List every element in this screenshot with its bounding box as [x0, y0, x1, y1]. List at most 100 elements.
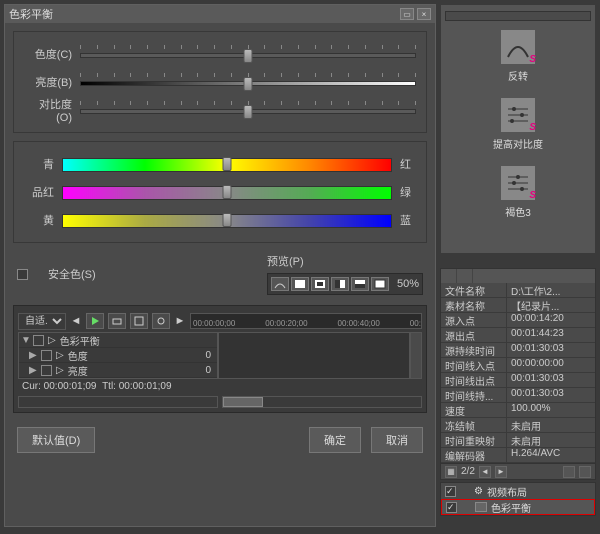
preview-mode-4[interactable] [331, 277, 349, 291]
prop-row[interactable]: 速度100.00% [441, 403, 595, 418]
prop-row[interactable]: 文件名称D:\工作\2... [441, 283, 595, 298]
preview-mode-2[interactable] [291, 277, 309, 291]
layer-check[interactable] [446, 502, 457, 513]
timeline-ruler[interactable]: 00:00:00;00 00:00:20;00 00:00:40;00 00:0… [190, 313, 422, 329]
timeline-hscroll-left[interactable] [18, 396, 218, 408]
layers-panel: ⚙ 视频布局 色彩平衡 [440, 482, 596, 516]
prop-row[interactable]: 源持续时间00:01:30:03 [441, 343, 595, 358]
contrast-slider[interactable] [80, 101, 416, 119]
gear-icon: ⚙ [474, 486, 483, 497]
prop-key: 源持续时间 [441, 343, 507, 357]
preview-mode-3[interactable] [311, 277, 329, 291]
ttl-time: Ttl: 00:00:01;09 [102, 381, 172, 392]
brightness-slider[interactable] [80, 73, 416, 91]
preview-mode-5[interactable] [351, 277, 369, 291]
tl-btn-4[interactable] [152, 313, 170, 329]
play-button[interactable] [86, 313, 104, 329]
prop-key: 时间线出点 [441, 373, 507, 387]
layer-color-balance[interactable]: 色彩平衡 [441, 499, 595, 515]
prop-row[interactable]: 素材名称【纪录片... [441, 298, 595, 313]
prop-row[interactable]: 时间线入点00:00:00:00 [441, 358, 595, 373]
safe-color-label: 安全色(S) [48, 266, 96, 282]
prop-val: 00:00:00:00 [507, 358, 595, 372]
fx-contrast[interactable]: S 提高对比度 [445, 97, 591, 151]
timeline-hscroll-right[interactable] [222, 396, 422, 408]
prop-val: H.264/AVC [507, 448, 595, 462]
color-panel: 青 红 品红 绿 黄 蓝 [13, 141, 427, 243]
tree-root[interactable]: ▼▷色彩平衡 [19, 333, 217, 348]
default-button[interactable]: 默认值(D) [17, 427, 95, 453]
props-prev[interactable]: ◄ [479, 466, 491, 478]
prop-key: 速度 [441, 403, 507, 417]
prop-row[interactable]: 时间线出点00:01:30:03 [441, 373, 595, 388]
hue-slider[interactable] [80, 45, 416, 63]
tone-panel: 色度(C) 亮度(B) 对比度(O) [13, 31, 427, 133]
prop-row[interactable]: 时间重映射未启用 [441, 433, 595, 448]
preview-mode-1[interactable] [271, 277, 289, 291]
layer-video-layout[interactable]: ⚙ 视频布局 [441, 483, 595, 499]
prop-key: 冻结帧 [441, 418, 507, 432]
yellow-blue-slider[interactable] [62, 210, 392, 230]
tree-hue[interactable]: ▶▷色度0 [19, 348, 217, 363]
layer-check[interactable] [445, 486, 456, 497]
prop-key: 源入点 [441, 313, 507, 327]
cur-time: Cur: 00:00:01;09 [22, 381, 97, 392]
cancel-button[interactable]: 取消 [371, 427, 423, 453]
prop-val: 未启用 [507, 418, 595, 432]
prop-key: 源出点 [441, 328, 507, 342]
prop-key: 时间线持... [441, 388, 507, 402]
prop-row[interactable]: 冻结帧未启用 [441, 418, 595, 433]
props-btn-b[interactable] [579, 466, 591, 478]
titlebar[interactable]: 色彩平衡 ▭ × [5, 5, 435, 23]
effects-panel: S 反转 S 提高对比度 S 褐色3 [440, 4, 596, 254]
props-page: 2/2 [461, 466, 475, 477]
timeline-mode-select[interactable]: 自适... [18, 313, 66, 330]
prop-val: 00:01:30:03 [507, 343, 595, 357]
fx-invert[interactable]: S 反转 [445, 29, 591, 83]
tl-btn-3[interactable] [130, 313, 148, 329]
prop-key: 时间线入点 [441, 358, 507, 372]
prop-key: 时间重映射 [441, 433, 507, 447]
preview-mode-6[interactable] [371, 277, 389, 291]
cyan-label: 青 [24, 156, 54, 172]
brightness-label: 亮度(B) [24, 74, 72, 90]
props-toggle[interactable]: ▦ [445, 466, 457, 478]
safe-color-checkbox[interactable] [17, 269, 28, 280]
prop-row[interactable]: 源出点00:01:44:23 [441, 328, 595, 343]
blue-label: 蓝 [400, 212, 416, 228]
prop-row[interactable]: 编解码器H.264/AVC [441, 448, 595, 463]
prop-val: 100.00% [507, 403, 595, 417]
prop-val: 【纪录片... [507, 298, 595, 312]
red-label: 红 [400, 156, 416, 172]
tree-bri[interactable]: ▶▷亮度0 [19, 363, 217, 378]
magenta-green-slider[interactable] [62, 182, 392, 202]
fx-sepia[interactable]: S 褐色3 [445, 165, 591, 219]
properties-panel: 文件名称D:\工作\2...素材名称【纪录片...源入点00:00:14:20源… [440, 268, 596, 480]
preview-label: 预览(P) [267, 253, 304, 269]
yellow-label: 黄 [24, 212, 54, 228]
prop-row[interactable]: 时间线持...00:01:30:03 [441, 388, 595, 403]
contrast-label: 对比度(O) [24, 96, 72, 124]
color-balance-dialog: 色彩平衡 ▭ × 色度(C) 亮度(B) 对比度(O) [4, 4, 436, 527]
prop-val: 00:01:30:03 [507, 388, 595, 402]
green-label: 绿 [400, 184, 416, 200]
timeline-vscroll[interactable] [410, 332, 422, 379]
prop-val: 00:00:14:20 [507, 313, 595, 327]
props-next[interactable]: ► [495, 466, 507, 478]
tl-btn-2[interactable] [108, 313, 126, 329]
timeline-tracks[interactable] [218, 332, 410, 379]
fx-hscroll[interactable] [445, 11, 591, 21]
cyan-red-slider[interactable] [62, 154, 392, 174]
magenta-label: 品红 [24, 184, 54, 200]
timeline-prev-icon[interactable]: ◄ [70, 315, 82, 327]
prop-val: D:\工作\2... [507, 283, 595, 297]
close-button[interactable]: × [417, 8, 431, 20]
preview-zoom: 50% [397, 278, 419, 290]
minimize-button[interactable]: ▭ [400, 8, 414, 20]
hue-label: 色度(C) [24, 46, 72, 62]
ok-button[interactable]: 确定 [309, 427, 361, 453]
props-btn-a[interactable] [563, 466, 575, 478]
prop-row[interactable]: 源入点00:00:14:20 [441, 313, 595, 328]
prop-val: 00:01:30:03 [507, 373, 595, 387]
timeline-next-icon[interactable]: ► [174, 315, 186, 327]
